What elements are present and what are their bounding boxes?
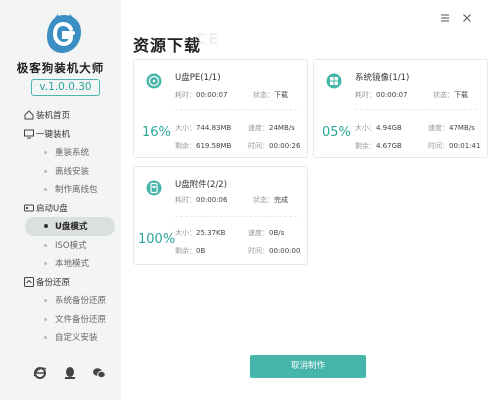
bullet-dot: [44, 299, 47, 302]
sidebar-nav: 装机首页 一键装机 重装系统 离线安装 制作离线包 启动U盘 U盘模式 ISO模…: [0, 106, 121, 347]
speed-field: 速度：0B/s: [248, 229, 285, 237]
size-field: 大小：25.37KB: [175, 229, 226, 237]
sidebar-item-label: U盘模式: [55, 222, 88, 233]
app-name: 极客狗装机大师: [16, 61, 105, 75]
sidebar-item-usb-mode[interactable]: U盘模式: [25, 217, 115, 236]
card-title: 系统镜像(1/1): [355, 73, 410, 83]
sidebar-item-system-backup[interactable]: 系统备份还原: [0, 291, 121, 310]
sidebar-item-label: 离线安装: [55, 166, 90, 177]
card-title: U盘PE(1/1): [175, 73, 221, 83]
sidebar-item-label: 制作离线包: [55, 185, 98, 196]
sidebar-item-label: 一键装机: [36, 129, 71, 140]
download-card-system-image: 系统镜像(1/1) 耗时：00:00:07 状态：下载 05% 大小：4.94G…: [313, 59, 488, 158]
download-card-pe: U盘PE(1/1) 耗时：00:00:07 状态：下载 16% 大小：744.8…: [133, 59, 308, 158]
sidebar-item-label: 本地模式: [55, 259, 90, 270]
wechat-icon[interactable]: [92, 365, 106, 379]
remaining-field: 剩余：619.58MB: [175, 142, 232, 150]
ie-browser-icon[interactable]: [33, 365, 47, 379]
sidebar-item-iso-mode[interactable]: ISO模式: [0, 236, 121, 255]
sidebar-item-label: 重装系统: [55, 148, 90, 159]
time-field: 时间：00:00:26: [248, 142, 301, 150]
usb-drive-icon: [24, 204, 34, 211]
divider: [175, 109, 297, 110]
status-field: 状态：下载: [253, 91, 288, 99]
bullet-dot: [44, 262, 47, 265]
size-field: 大小：744.83MB: [175, 124, 232, 132]
bullet-dot: [44, 169, 47, 173]
close-icon[interactable]: [461, 12, 473, 24]
qq-icon[interactable]: [63, 365, 77, 379]
sidebar-item-label: ISO模式: [55, 240, 87, 251]
sidebar-item-local-mode[interactable]: 本地模式: [0, 254, 121, 273]
sidebar-item-home[interactable]: 装机首页: [0, 106, 121, 125]
divider: [355, 109, 477, 110]
elapsed-field: 耗时：00:00:07: [175, 91, 228, 99]
divider: [175, 216, 297, 217]
bullet-dot: [44, 188, 47, 191]
download-card-usb-attachment: U盘附件(2/2) 耗时：00:00:06 状态：完成 100% 大小：25.3…: [133, 166, 308, 265]
disc-icon: [146, 73, 162, 89]
sidebar-item-label: 启动U盘: [36, 203, 68, 214]
bullet-dot: [44, 151, 47, 154]
sidebar-item-one-click-install[interactable]: 一键装机: [0, 125, 121, 144]
usb-file-icon: [146, 180, 162, 196]
sidebar-item-label: 自定义安装: [55, 333, 98, 344]
elapsed-field: 耗时：00:00:06: [175, 196, 228, 204]
time-field: 时间：00:01:41: [428, 142, 481, 150]
size-field: 大小：4.94GB: [355, 124, 402, 132]
progress-percent: 16%: [142, 125, 171, 140]
bullet-dot: [44, 243, 47, 247]
sidebar-item-label: 文件备份还原: [55, 314, 107, 325]
remaining-field: 剩余：0B: [175, 247, 206, 255]
card-title: U盘附件(2/2): [175, 180, 228, 190]
time-field: 时间：00:00:00: [248, 247, 301, 255]
page-title: 资源下载: [133, 36, 202, 55]
progress-percent: 05%: [322, 125, 351, 140]
progress-percent: 100%: [138, 232, 176, 247]
status-field: 状态：下载: [433, 91, 468, 99]
cancel-making-button[interactable]: 取消制作: [250, 355, 366, 378]
sidebar-item-label: 备份还原: [36, 277, 71, 288]
main-panel: CE 资源下载 U盘PE(1/1) 耗时：00:00:07 状态：下载 16% …: [121, 0, 497, 400]
bottom-icon-bar: [0, 365, 121, 385]
bullet-dot: [44, 336, 47, 339]
speed-field: 速度：47MB/s: [428, 124, 475, 132]
app-logo-icon: [47, 14, 81, 53]
windows-icon: [326, 73, 342, 89]
menu-icon[interactable]: [439, 12, 451, 24]
home-icon: [24, 110, 34, 120]
sidebar-item-offline-install[interactable]: 离线安装: [0, 162, 121, 181]
sidebar-item-boot-usb[interactable]: 启动U盘: [0, 199, 121, 218]
sidebar-item-label: 装机首页: [36, 111, 71, 122]
sidebar-item-reinstall-system[interactable]: 重装系统: [0, 143, 121, 162]
backup-icon: [24, 276, 34, 287]
status-field: 状态：完成: [253, 196, 288, 204]
sidebar-item-backup-restore[interactable]: 备份还原: [0, 273, 121, 292]
sidebar: 极客狗装机大师 v.1.0.0.30 装机首页 一键装机 重装系统 离线安装 制…: [0, 0, 121, 400]
version-badge: v.1.0.0.30: [31, 79, 100, 96]
bullet-dot: [44, 224, 48, 228]
sidebar-item-make-offline-package[interactable]: 制作离线包: [0, 180, 121, 199]
speed-field: 速度：24MB/s: [248, 124, 295, 132]
monitor-icon: [24, 129, 34, 138]
sidebar-item-file-backup[interactable]: 文件备份还原: [0, 310, 121, 329]
remaining-field: 剩余：4.67GB: [355, 142, 402, 150]
elapsed-field: 耗时：00:00:07: [355, 91, 408, 99]
sidebar-item-custom-install[interactable]: 自定义安装: [0, 328, 121, 347]
bullet-dot: [44, 317, 47, 321]
sidebar-item-label: 系统备份还原: [55, 296, 107, 307]
